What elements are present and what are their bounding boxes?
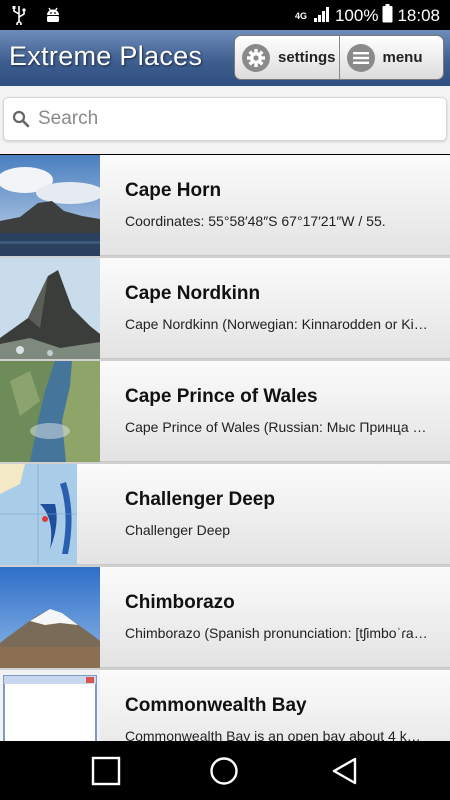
app-title: Extreme Places [9, 41, 203, 71]
ocean-map-thumbnail [0, 464, 77, 565]
battery-percent: 100% [334, 6, 379, 25]
window-screenshot-thumbnail [0, 670, 100, 741]
recents-square-icon[interactable] [91, 756, 121, 786]
satellite-strait-thumbnail [0, 361, 100, 462]
usb-icon [12, 5, 26, 30]
place-title: Challenger Deep [125, 489, 275, 510]
search-icon [12, 110, 30, 133]
rocky-cape-thumbnail [0, 258, 100, 359]
action-bar: Extreme Places settings menu [0, 30, 450, 86]
android-debug-icon [44, 6, 62, 29]
back-triangle-icon[interactable] [330, 756, 360, 786]
list-item[interactable]: Challenger Deep Challenger Deep [0, 464, 450, 565]
place-description: Coordinates: 55°58′48″S 67°17′21″W / 55. [125, 213, 386, 229]
hamburger-menu-icon [346, 43, 375, 72]
volcano-thumbnail [0, 567, 100, 668]
place-description: Cape Nordkinn (Norwegian: Kinnarodden or… [125, 316, 431, 332]
list-item[interactable]: Chimborazo Chimborazo (Spanish pronuncia… [0, 567, 450, 668]
place-description: Challenger Deep [125, 522, 231, 538]
action-button-group: settings menu [234, 35, 444, 80]
search-area [0, 86, 450, 154]
places-list[interactable]: Cape Horn Coordinates: 55°58′48″S 67°17′… [0, 155, 450, 741]
place-description: Cape Prince of Wales (Russian: Мыс Принц… [125, 419, 431, 435]
battery-icon [382, 4, 393, 28]
place-description: Commonwealth Bay is an open bay about 4 … [125, 728, 431, 741]
settings-button[interactable]: settings [235, 36, 339, 79]
place-title: Cape Nordkinn [125, 283, 261, 304]
sea-cliff-thumbnail [0, 155, 100, 256]
settings-label: settings [278, 49, 336, 66]
network-type-badge: 4G [294, 10, 307, 21]
menu-label: menu [382, 49, 423, 66]
list-item[interactable]: Commonwealth Bay Commonwealth Bay is an … [0, 670, 450, 741]
search-box[interactable] [3, 97, 447, 141]
home-circle-icon[interactable] [209, 756, 239, 786]
menu-button[interactable]: menu [338, 36, 444, 79]
gear-icon [242, 43, 270, 72]
place-title: Commonwealth Bay [125, 695, 307, 716]
signal-icon [313, 5, 331, 28]
list-item[interactable]: Cape Nordkinn Cape Nordkinn (Norwegian: … [0, 258, 450, 359]
search-input[interactable] [38, 104, 438, 134]
clock: 18:08 [397, 6, 440, 25]
place-description: Chimborazo (Spanish pronunciation: [tʃim… [125, 625, 431, 641]
navigation-bar [0, 741, 450, 800]
place-title: Chimborazo [125, 592, 235, 613]
list-item[interactable]: Cape Horn Coordinates: 55°58′48″S 67°17′… [0, 155, 450, 256]
place-title: Cape Prince of Wales [125, 386, 318, 407]
status-bar: 4G 100% 18:08 [0, 0, 450, 30]
place-title: Cape Horn [125, 180, 222, 201]
list-item[interactable]: Cape Prince of Wales Cape Prince of Wale… [0, 361, 450, 462]
